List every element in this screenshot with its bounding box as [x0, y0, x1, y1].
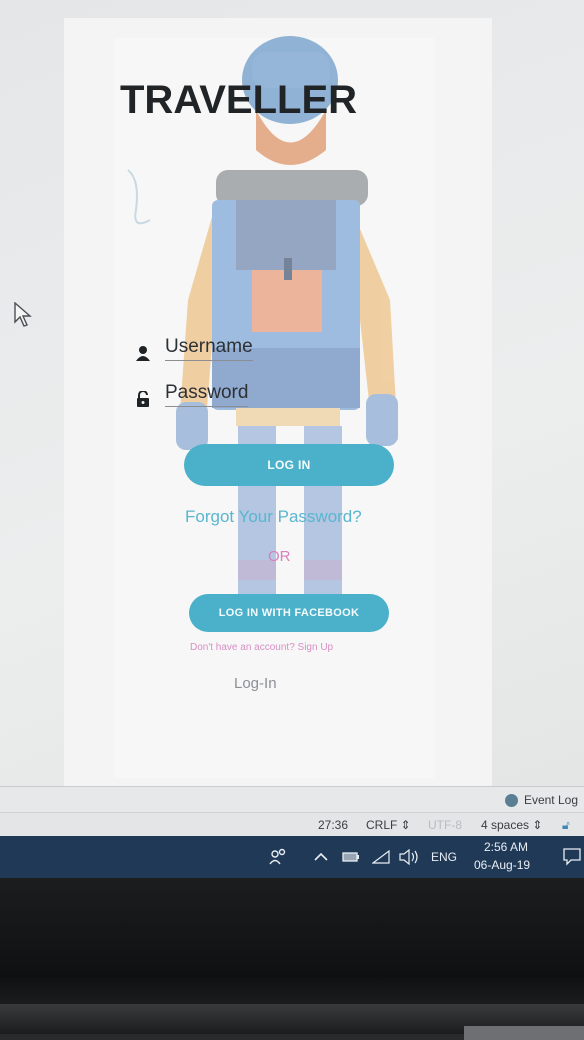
- volume-icon[interactable]: [398, 849, 420, 865]
- person-icon: [136, 346, 150, 361]
- event-log-bar: Event Log: [0, 786, 584, 813]
- lock-status-icon[interactable]: 🔓︎: [562, 818, 570, 833]
- cursor-position[interactable]: 27:36: [318, 818, 348, 832]
- chevron-up-icon[interactable]: [314, 852, 328, 862]
- line-ending-selector[interactable]: CRLF ⇕: [366, 818, 411, 832]
- event-log-label: Event Log: [523, 793, 578, 807]
- monitor-screen: TRAVELLER Username Password LOG IN Forgo…: [0, 0, 584, 880]
- indent-selector[interactable]: 4 spaces ⇕: [481, 818, 542, 832]
- clock-date[interactable]: 06-Aug-19: [474, 858, 530, 872]
- language-indicator[interactable]: ENG: [431, 850, 457, 864]
- username-input[interactable]: Username: [165, 336, 253, 361]
- monitor-bezel: [0, 878, 584, 1040]
- event-log-icon: [504, 793, 518, 807]
- windows-taskbar: ENG 2:56 AM 06-Aug-19: [0, 836, 584, 880]
- lock-icon: [137, 391, 149, 407]
- login-button[interactable]: LOG IN: [184, 444, 394, 486]
- line-ending-label: CRLF: [366, 818, 398, 832]
- encoding-selector[interactable]: UTF-8: [428, 818, 462, 832]
- or-divider-text: OR: [268, 548, 291, 565]
- phone-canvas: [114, 38, 434, 778]
- notification-icon[interactable]: [562, 846, 582, 866]
- wifi-icon[interactable]: [372, 850, 390, 864]
- username-field[interactable]: Username: [135, 336, 253, 361]
- signup-link[interactable]: Don't have an account? Sign Up: [190, 642, 333, 653]
- password-field[interactable]: Password: [135, 382, 249, 407]
- login-link[interactable]: Log-In: [234, 675, 277, 692]
- app-title: TRAVELLER: [120, 78, 358, 122]
- password-input[interactable]: Password: [165, 382, 249, 407]
- layout-preview-panel: [64, 18, 492, 786]
- facebook-login-button[interactable]: LOG IN WITH FACEBOOK: [189, 594, 389, 632]
- people-icon[interactable]: [268, 848, 288, 866]
- mouse-cursor-icon: [14, 302, 32, 327]
- event-log-button[interactable]: Event Log: [504, 793, 578, 807]
- indent-label: 4 spaces: [481, 818, 530, 832]
- forgot-password-link[interactable]: Forgot Your Password?: [185, 507, 362, 527]
- battery-icon[interactable]: [342, 852, 360, 862]
- desk-object: [464, 1026, 584, 1040]
- ide-status-bar: 27:36 CRLF ⇕ UTF-8 4 spaces ⇕ 🔓︎: [0, 812, 584, 837]
- clock-time[interactable]: 2:56 AM: [484, 840, 528, 854]
